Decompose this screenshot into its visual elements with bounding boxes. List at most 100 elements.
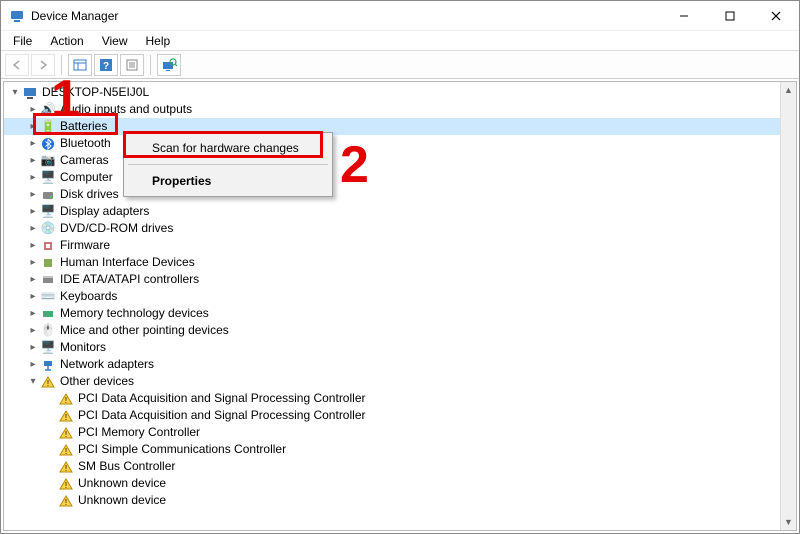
- tree-item-label: Firmware: [60, 237, 110, 254]
- tree-item-label: Display adapters: [60, 203, 149, 220]
- tree-item-label: Network adapters: [60, 356, 154, 373]
- expand-arrow-icon[interactable]: ▸: [26, 290, 40, 304]
- warning-icon: !: [58, 476, 74, 492]
- svg-text:!: !: [47, 379, 49, 388]
- tree-item-child[interactable]: ▸ ! SM Bus Controller: [4, 458, 780, 475]
- context-menu-scan[interactable]: Scan for hardware changes: [126, 135, 330, 161]
- ide-icon: [40, 272, 56, 288]
- tree-item-audio[interactable]: ▸ 🔊 Audio inputs and outputs: [4, 101, 780, 118]
- tree-root[interactable]: ▾ DESKTOP-N5EIJ0L: [4, 84, 780, 101]
- title-bar: Device Manager: [1, 1, 799, 31]
- tree-item-child[interactable]: ▸ ! PCI Simple Communications Controller: [4, 441, 780, 458]
- expand-arrow-icon[interactable]: ▸: [26, 239, 40, 253]
- device-tree[interactable]: ▾ DESKTOP-N5EIJ0L ▸ 🔊 Audio inputs and o…: [4, 82, 780, 530]
- expand-arrow-icon[interactable]: ▸: [26, 256, 40, 270]
- expand-arrow-icon[interactable]: ▸: [26, 188, 40, 202]
- display-icon: 🖥️: [40, 204, 56, 220]
- hid-icon: [40, 255, 56, 271]
- audio-icon: 🔊: [40, 102, 56, 118]
- tree-item-batteries[interactable]: ▸ 🔋 Batteries: [4, 118, 780, 135]
- expand-arrow-icon[interactable]: ▸: [26, 341, 40, 355]
- tree-item-child[interactable]: ▸ ! PCI Data Acquisition and Signal Proc…: [4, 390, 780, 407]
- expand-arrow-icon[interactable]: ▸: [26, 171, 40, 185]
- camera-icon: 📷: [40, 153, 56, 169]
- tree-item-bluetooth[interactable]: ▸ Bluetooth: [4, 135, 780, 152]
- close-button[interactable]: [753, 1, 799, 31]
- expand-arrow-icon[interactable]: ▸: [26, 273, 40, 287]
- tree-item-keyboards[interactable]: ▸ ⌨️ Keyboards: [4, 288, 780, 305]
- svg-text:!: !: [65, 447, 67, 456]
- menu-file[interactable]: File: [5, 32, 40, 50]
- context-menu-properties[interactable]: Properties: [126, 168, 330, 194]
- expand-arrow-icon[interactable]: ▸: [26, 120, 40, 134]
- tree-item-label: Monitors: [60, 339, 106, 356]
- expand-arrow-icon[interactable]: ▸: [26, 205, 40, 219]
- scan-hardware-button[interactable]: [157, 54, 181, 76]
- expand-arrow-icon[interactable]: ▸: [26, 222, 40, 236]
- help-button[interactable]: ?: [94, 54, 118, 76]
- network-icon: [40, 357, 56, 373]
- warning-icon: !: [58, 425, 74, 441]
- context-menu: Scan for hardware changes Properties: [123, 132, 333, 197]
- tree-item-ide[interactable]: ▸ IDE ATA/ATAPI controllers: [4, 271, 780, 288]
- firmware-icon: [40, 238, 56, 254]
- tree-root-label: DESKTOP-N5EIJ0L: [42, 84, 149, 101]
- maximize-button[interactable]: [707, 1, 753, 31]
- collapse-arrow-icon[interactable]: ▾: [26, 375, 40, 389]
- tree-item-label: PCI Simple Communications Controller: [78, 441, 286, 458]
- forward-button[interactable]: [31, 54, 55, 76]
- toolbar: ?: [1, 51, 799, 79]
- toolbar-separator: [61, 55, 62, 75]
- tree-item-disk-drives[interactable]: ▸ Disk drives: [4, 186, 780, 203]
- scroll-down-icon[interactable]: ▼: [781, 514, 796, 530]
- tree-item-mice[interactable]: ▸ 🖱️ Mice and other pointing devices: [4, 322, 780, 339]
- expand-arrow-icon[interactable]: ▸: [26, 154, 40, 168]
- menu-help[interactable]: Help: [138, 32, 179, 50]
- tree-item-child[interactable]: ▸ ! Unknown device: [4, 475, 780, 492]
- tree-item-label: Bluetooth: [60, 135, 111, 152]
- tree-item-computer[interactable]: ▸ 🖥️ Computer: [4, 169, 780, 186]
- tree-item-dvd[interactable]: ▸ 💿 DVD/CD-ROM drives: [4, 220, 780, 237]
- scroll-up-icon[interactable]: ▲: [781, 82, 796, 98]
- tree-item-label: DVD/CD-ROM drives: [60, 220, 173, 237]
- svg-text:!: !: [65, 430, 67, 439]
- expand-arrow-icon[interactable]: ▸: [26, 103, 40, 117]
- back-button[interactable]: [5, 54, 29, 76]
- mouse-icon: 🖱️: [40, 323, 56, 339]
- tree-item-other-devices[interactable]: ▾ ! Other devices: [4, 373, 780, 390]
- tree-item-firmware[interactable]: ▸ Firmware: [4, 237, 780, 254]
- vertical-scrollbar[interactable]: ▲ ▼: [780, 82, 796, 530]
- tree-item-child[interactable]: ▸ ! PCI Data Acquisition and Signal Proc…: [4, 407, 780, 424]
- svg-text:!: !: [65, 481, 67, 490]
- minimize-button[interactable]: [661, 1, 707, 31]
- show-hide-console-button[interactable]: [68, 54, 92, 76]
- svg-text:!: !: [65, 464, 67, 473]
- tree-item-label: Mice and other pointing devices: [60, 322, 229, 339]
- toolbar-separator: [150, 55, 151, 75]
- svg-text:!: !: [65, 413, 67, 422]
- menu-action[interactable]: Action: [42, 32, 91, 50]
- tree-item-monitors[interactable]: ▸ 🖥️ Monitors: [4, 339, 780, 356]
- expand-arrow-icon[interactable]: ▸: [26, 307, 40, 321]
- tree-item-cameras[interactable]: ▸ 📷 Cameras: [4, 152, 780, 169]
- menu-view[interactable]: View: [94, 32, 136, 50]
- properties-button[interactable]: [120, 54, 144, 76]
- tree-item-hid[interactable]: ▸ Human Interface Devices: [4, 254, 780, 271]
- tree-item-network[interactable]: ▸ Network adapters: [4, 356, 780, 373]
- warning-icon: !: [58, 442, 74, 458]
- collapse-arrow-icon[interactable]: ▾: [8, 86, 22, 100]
- expand-arrow-icon[interactable]: ▸: [26, 358, 40, 372]
- warning-icon: !: [58, 459, 74, 475]
- tree-item-child[interactable]: ▸ ! PCI Memory Controller: [4, 424, 780, 441]
- tree-item-child[interactable]: ▸ ! Unknown device: [4, 492, 780, 509]
- window-controls: [661, 1, 799, 31]
- tree-item-label: Disk drives: [60, 186, 119, 203]
- keyboard-icon: ⌨️: [40, 289, 56, 305]
- tree-item-label: Memory technology devices: [60, 305, 209, 322]
- tree-item-display-adapters[interactable]: ▸ 🖥️ Display adapters: [4, 203, 780, 220]
- context-menu-separator: [128, 164, 328, 165]
- tree-item-memory[interactable]: ▸ Memory technology devices: [4, 305, 780, 322]
- expand-arrow-icon[interactable]: ▸: [26, 324, 40, 338]
- expand-arrow-icon[interactable]: ▸: [26, 137, 40, 151]
- bluetooth-icon: [40, 136, 56, 152]
